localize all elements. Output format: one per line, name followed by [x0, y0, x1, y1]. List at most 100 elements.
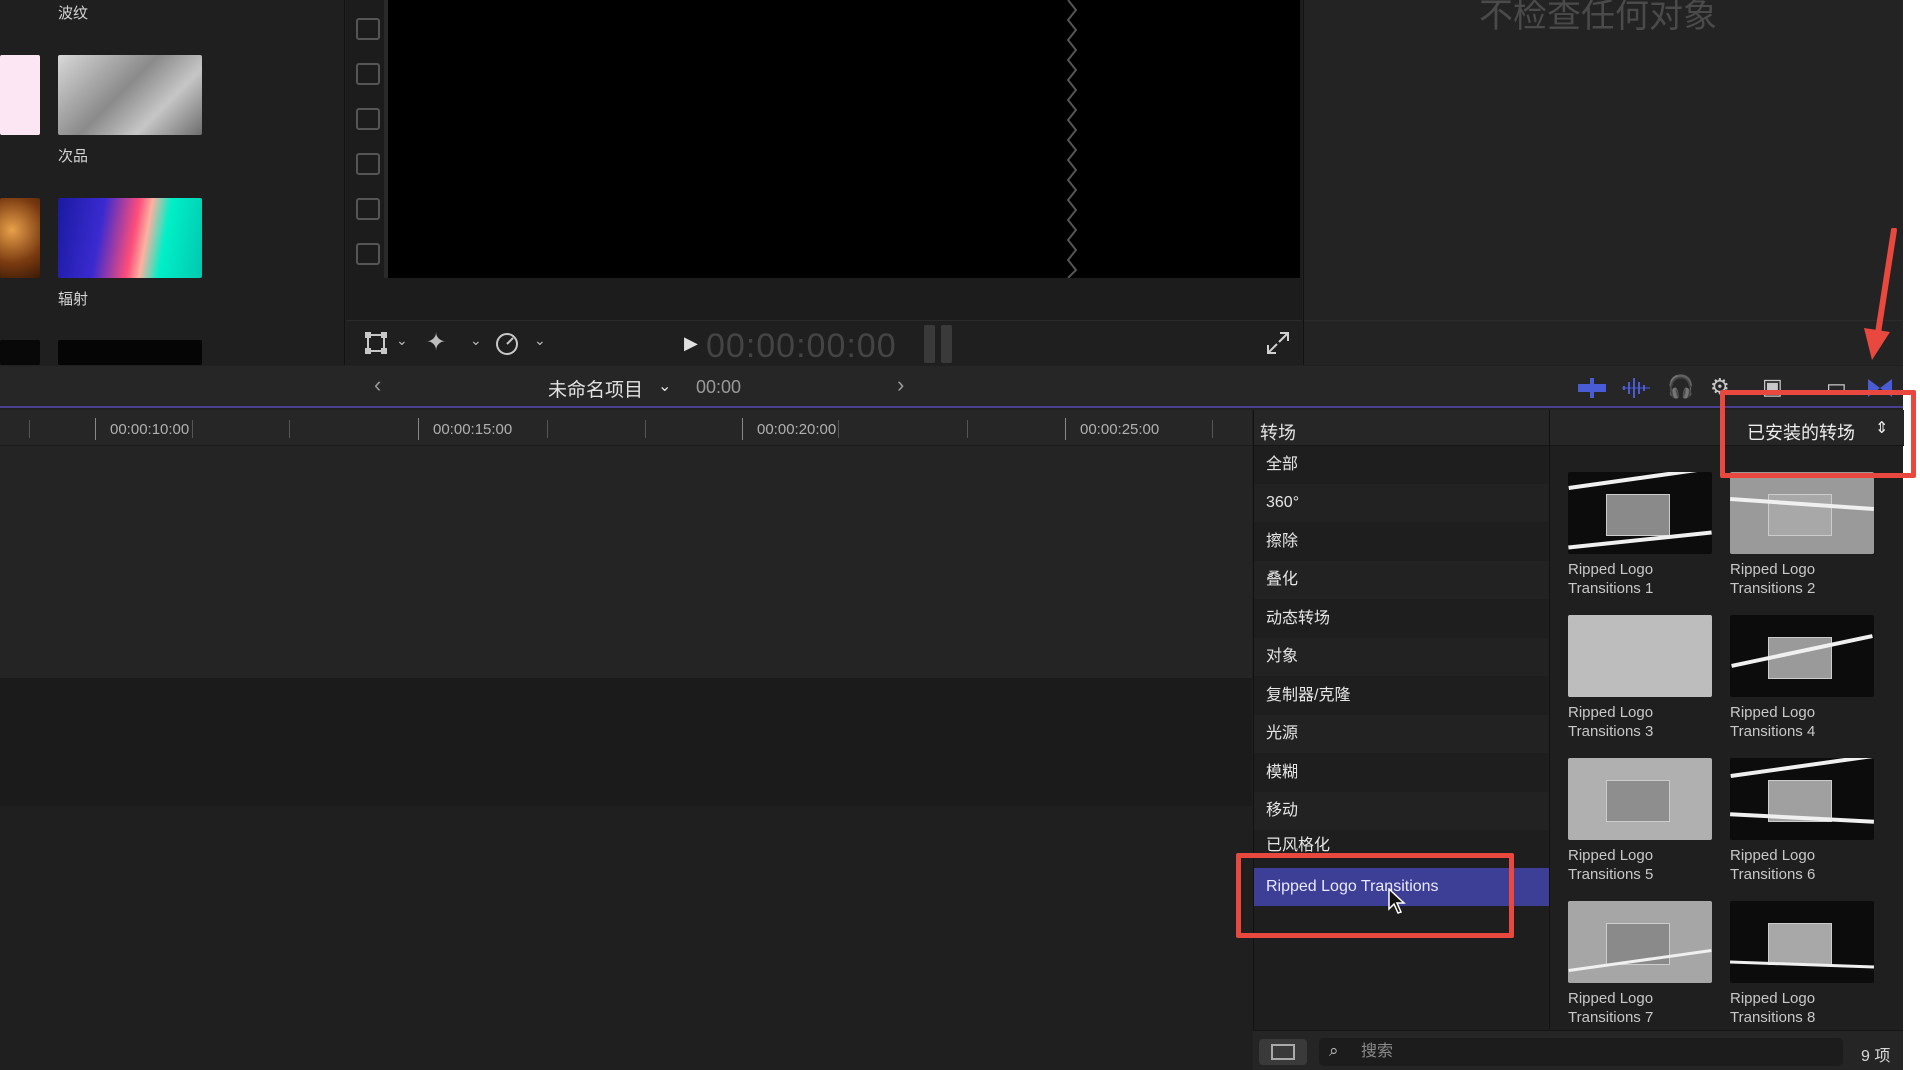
transitions-header: 转场 [1254, 410, 1549, 446]
play-icon[interactable]: ▶ [684, 333, 698, 354]
film-hole [356, 153, 380, 175]
film-hole [356, 108, 380, 130]
magic-wand-icon[interactable]: ✦ [426, 328, 446, 357]
transition-name-line1: Ripped Logo [1730, 847, 1816, 864]
category-item-replicator[interactable]: 复制器/克隆 [1254, 677, 1549, 715]
search-icon: ⌕ [1329, 1041, 1339, 1060]
transition-name-line1: Ripped Logo [1730, 561, 1816, 578]
transition-thumbnail[interactable] [1730, 472, 1874, 554]
transition-name-line2: Transitions 5 [1568, 866, 1654, 883]
transition-name-line1: Ripped Logo [1568, 561, 1654, 578]
transitions-grid: 已安装的转场 ⇕ Ripped Logo Transitions 1 Ripped… [1549, 410, 1904, 1030]
category-item-movements[interactable]: 移动 [1254, 792, 1549, 830]
speed-gauge-icon[interactable] [494, 331, 520, 357]
timecode-display: 00:00:00:00 [706, 327, 897, 365]
film-hole [356, 243, 380, 265]
inspector-footer [1304, 320, 1904, 365]
transition-name-line1: Ripped Logo [1568, 847, 1654, 864]
transition-item[interactable]: Ripped Logo Transitions 6 [1730, 758, 1875, 884]
effect-thumb-partial-dark[interactable] [0, 340, 40, 365]
category-item-blurs[interactable]: 模糊 [1254, 754, 1549, 792]
ruler-label: 00:00:10:00 [110, 421, 190, 438]
transition-name-line2: Transitions 8 [1730, 1009, 1816, 1026]
viewer-controls: ⌄ ✦ ⌄ ⌄ ▶ 00:00:00:00 [346, 320, 1302, 365]
effect-label-defect: 次品 [58, 148, 89, 165]
transition-name-line1: Ripped Logo [1568, 990, 1654, 1007]
clip-appearance-icon[interactable] [1578, 378, 1606, 398]
effects-browser: 波纹 次品 辐射 [0, 0, 345, 365]
transition-name-line1: Ripped Logo [1730, 704, 1816, 721]
transition-item[interactable]: Ripped Logo Transitions 1 [1568, 472, 1713, 598]
browser-footer: ⌕ 9 项 [1253, 1030, 1903, 1070]
viewer: ⌄ ✦ ⌄ ⌄ ▶ 00:00:00:00 [346, 0, 1302, 365]
search-input[interactable] [1361, 1041, 1821, 1063]
ruler-label: 00:00:15:00 [433, 421, 513, 438]
transition-item[interactable]: Ripped Logo Transitions 3 [1568, 615, 1713, 741]
transition-name-line2: Transitions 4 [1730, 723, 1816, 740]
transition-thumbnail[interactable] [1568, 615, 1712, 697]
film-hole [356, 198, 380, 220]
transition-item[interactable]: Ripped Logo Transitions 4 [1730, 615, 1875, 741]
annotation-box-installed-filter [1720, 390, 1916, 478]
category-item-wipes[interactable]: 擦除 [1254, 523, 1549, 561]
effect-thumb-dark[interactable] [58, 340, 202, 365]
transition-name-line1: Ripped Logo [1730, 990, 1816, 1007]
project-duration: 00:00 [696, 377, 742, 397]
search-field[interactable]: ⌕ [1319, 1038, 1843, 1066]
transition-item[interactable]: Ripped Logo Transitions 5 [1568, 758, 1713, 884]
category-item-all[interactable]: 全部 [1254, 446, 1549, 484]
timeline-primary-storyline[interactable] [0, 678, 1252, 806]
transitions-title: 转场 [1260, 423, 1296, 443]
transition-name-line2: Transitions 1 [1568, 580, 1654, 597]
inspector: 不检查任何对象 [1303, 0, 1904, 365]
effect-thumb-partial-pink[interactable] [0, 55, 40, 135]
chevron-left-icon[interactable]: ‹ [374, 372, 381, 398]
timeline[interactable]: 00:00:10:00 00:00:15:00 00:00:20:00 00:0… [0, 410, 1252, 1070]
transition-name-line1: Ripped Logo [1568, 704, 1654, 721]
transition-name-line2: Transitions 2 [1730, 580, 1816, 597]
headphones-icon[interactable]: 🎧 [1667, 374, 1694, 400]
effect-thumb-partial-orange[interactable] [0, 198, 40, 278]
transform-icon[interactable] [364, 331, 388, 355]
transition-item[interactable]: Ripped Logo Transitions 8 [1730, 901, 1875, 1027]
audio-waveform-icon[interactable] [1622, 376, 1650, 400]
category-item-stylized[interactable]: 已风格化 [1254, 831, 1549, 853]
transition-thumbnail[interactable] [1568, 472, 1712, 554]
ruler-label: 00:00:25:00 [1080, 421, 1160, 438]
chevron-down-icon[interactable]: ⌄ [534, 332, 546, 349]
effect-label-ripple: 波纹 [58, 5, 89, 22]
chevron-down-icon[interactable]: ⌄ [470, 332, 482, 349]
viewer-canvas[interactable] [388, 0, 1300, 278]
category-item-360[interactable]: 360° [1254, 484, 1549, 522]
transition-name-line2: Transitions 7 [1568, 1009, 1654, 1026]
fullscreen-icon[interactable] [1266, 331, 1290, 355]
category-item-dynamic[interactable]: 动态转场 [1254, 600, 1549, 638]
transition-item[interactable]: Ripped Logo Transitions 7 [1568, 901, 1713, 1027]
transition-thumbnail[interactable] [1568, 758, 1712, 840]
sidebar-toggle-button[interactable] [1259, 1039, 1307, 1065]
effect-thumb-radiate[interactable] [58, 198, 202, 278]
chevron-down-icon[interactable]: ⌄ [396, 332, 408, 349]
category-item-objects[interactable]: 对象 [1254, 638, 1549, 676]
transition-name-line2: Transitions 3 [1568, 723, 1654, 740]
transition-item[interactable]: Ripped Logo Transitions 2 [1730, 472, 1875, 598]
timeline-toolbar: ‹ 未命名项目 ⌄ 00:00 › 🎧 ⚙ ▣ ▭ [0, 366, 1903, 408]
mouse-cursor-icon [1388, 888, 1406, 914]
transition-thumbnail[interactable] [1730, 758, 1874, 840]
timeline-lower-area[interactable] [0, 806, 1252, 1070]
window-edge [1903, 0, 1920, 1070]
chevron-right-icon[interactable]: › [897, 372, 904, 398]
effect-label-radiate: 辐射 [58, 291, 89, 308]
chevron-down-icon[interactable]: ⌄ [658, 376, 671, 396]
transition-thumbnail[interactable] [1568, 901, 1712, 983]
film-hole [356, 63, 380, 85]
effect-thumb-defect[interactable] [58, 55, 202, 135]
category-item-dissolves[interactable]: 叠化 [1254, 561, 1549, 599]
transition-name-line2: Transitions 6 [1730, 866, 1816, 883]
category-item-lights[interactable]: 光源 [1254, 715, 1549, 753]
project-name[interactable]: 未命名项目 [548, 375, 643, 402]
ruler-label: 00:00:20:00 [757, 421, 837, 438]
transition-thumbnail[interactable] [1730, 615, 1874, 697]
transition-thumbnail[interactable] [1730, 901, 1874, 983]
timeline-ruler[interactable]: 00:00:10:00 00:00:15:00 00:00:20:00 00:0… [0, 410, 1252, 446]
